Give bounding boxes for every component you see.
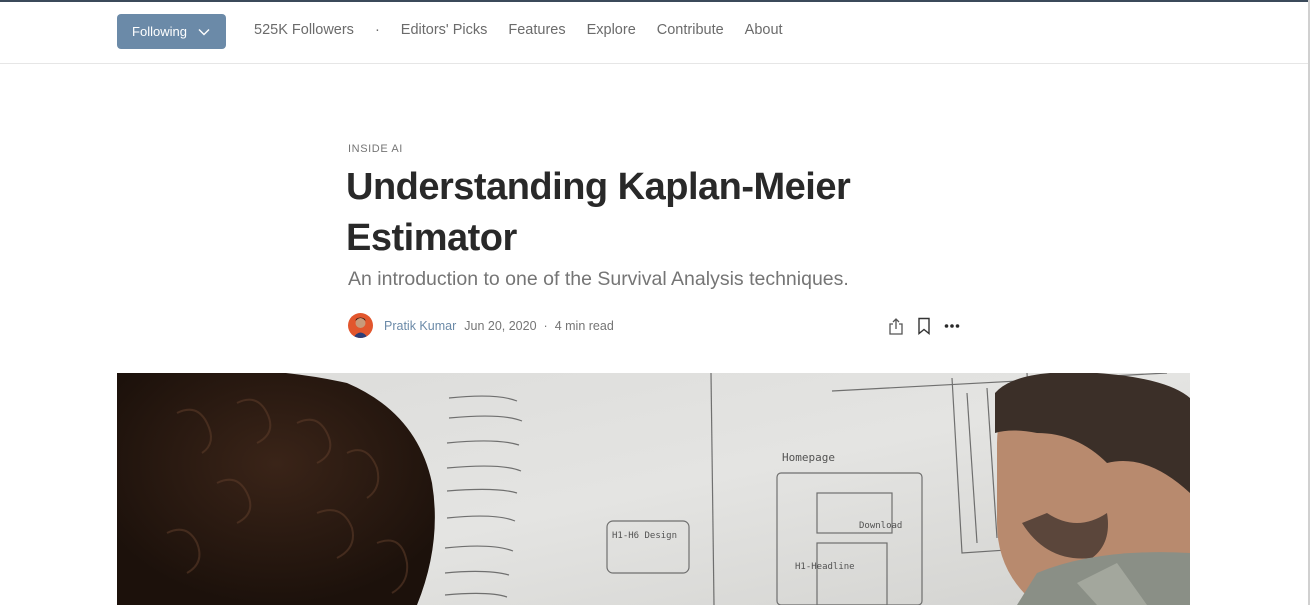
nav-link-contribute[interactable]: Contribute — [657, 22, 724, 38]
nav-links: 525K Followers · Editors' Picks Features… — [254, 22, 804, 38]
read-time: 4 min read — [554, 318, 614, 333]
article-actions — [887, 317, 971, 335]
bookmark-icon — [918, 317, 930, 335]
more-icon — [944, 324, 960, 328]
following-label: Following — [132, 24, 187, 39]
followers-count[interactable]: 525K Followers — [254, 22, 354, 38]
article-subtitle: An introduction to one of the Survival A… — [348, 268, 849, 290]
whiteboard-label-design: H1-H6 Design — [612, 531, 677, 541]
share-button[interactable] — [887, 317, 905, 335]
nav-link-about[interactable]: About — [745, 22, 783, 38]
byline-separator: · — [543, 318, 548, 333]
person-left-figure — [117, 373, 435, 605]
article-kicker[interactable]: INSIDE AI — [348, 143, 403, 155]
nav-link-features[interactable]: Features — [508, 22, 565, 38]
whiteboard-label-headline: H1-Headline — [795, 562, 855, 572]
whiteboard-label-homepage: Homepage — [782, 451, 835, 464]
share-icon — [889, 318, 903, 335]
author-name[interactable]: Pratik Kumar — [384, 319, 456, 333]
nav-link-explore[interactable]: Explore — [587, 22, 636, 38]
hero-image: Homepage H1-H6 Design Download H1-Headli… — [117, 373, 1190, 605]
publish-date[interactable]: Jun 20, 2020 — [464, 319, 536, 333]
nav-dot-separator: · — [374, 22, 380, 38]
whiteboard-label-download: Download — [859, 521, 902, 531]
person-right-figure — [995, 373, 1190, 605]
nav-link-editors-picks[interactable]: Editors' Picks — [401, 22, 488, 38]
author-avatar[interactable] — [348, 313, 373, 338]
following-button[interactable]: Following — [117, 14, 226, 49]
article-byline: Pratik Kumar Jun 20, 2020 · 4 min read — [348, 313, 614, 338]
more-button[interactable] — [943, 317, 961, 335]
bookmark-button[interactable] — [915, 317, 933, 335]
article-title: Understanding Kaplan-Meier Estimator — [346, 166, 851, 259]
chevron-down-icon — [198, 28, 210, 35]
publication-nav: Following 525K Followers · Editors' Pick… — [0, 2, 1310, 64]
